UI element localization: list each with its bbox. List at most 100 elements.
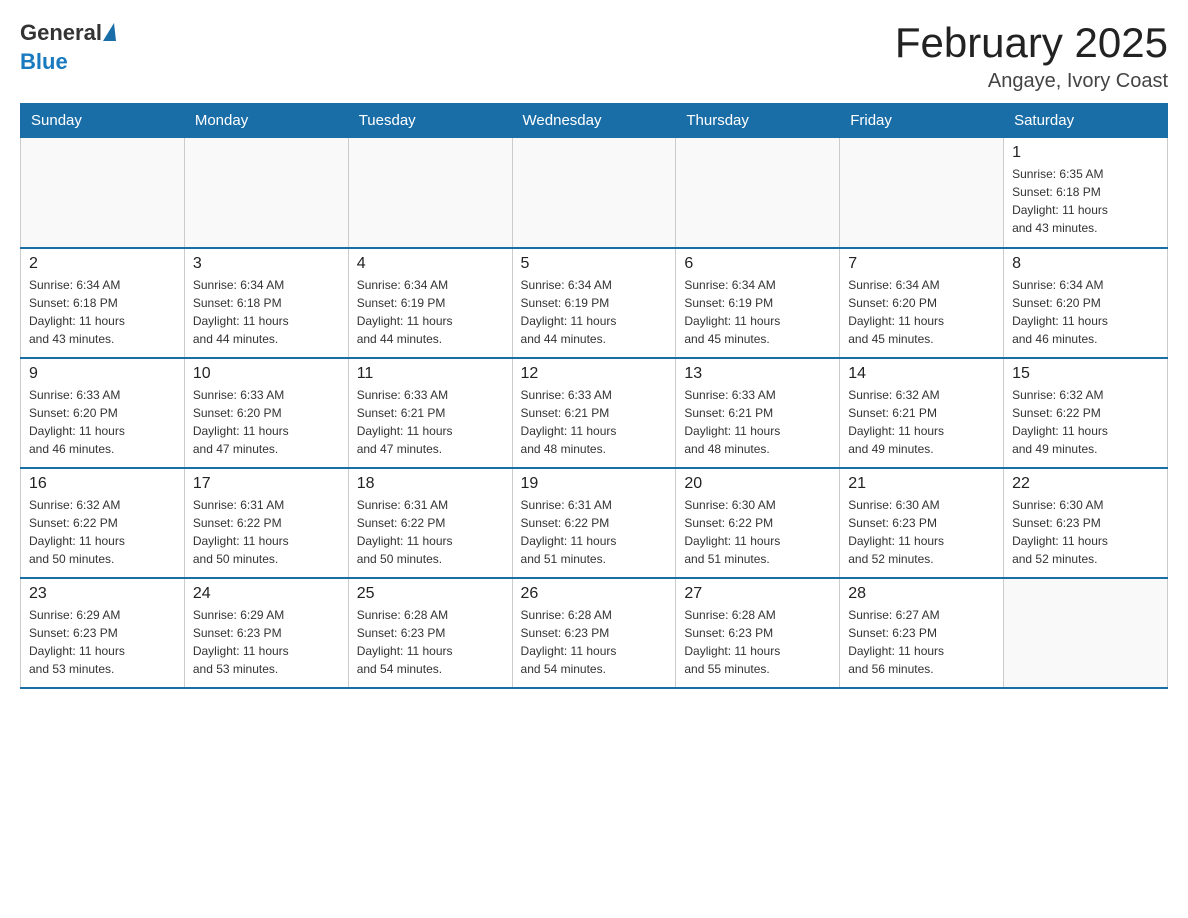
day-number: 13	[684, 365, 831, 383]
calendar-cell: 8 Sunrise: 6:34 AMSunset: 6:20 PMDaylight…	[1004, 248, 1168, 358]
day-number: 24	[193, 585, 340, 603]
day-info: Sunrise: 6:33 AMSunset: 6:20 PMDaylight:…	[193, 386, 340, 458]
location: Angaye, Ivory Coast	[895, 70, 1168, 93]
weekday-header-row: SundayMondayTuesdayWednesdayThursdayFrid…	[21, 104, 1168, 138]
calendar-cell: 16 Sunrise: 6:32 AMSunset: 6:22 PMDayligh…	[21, 468, 185, 578]
month-title: February 2025	[895, 20, 1168, 66]
calendar-cell: 28 Sunrise: 6:27 AMSunset: 6:23 PMDayligh…	[840, 578, 1004, 688]
weekday-header-monday: Monday	[184, 104, 348, 138]
day-number: 11	[357, 365, 504, 383]
day-info: Sunrise: 6:33 AMSunset: 6:21 PMDaylight:…	[521, 386, 668, 458]
calendar-cell: 26Sunrise: 6:28 AMSunset: 6:23 PMDayligh…	[512, 578, 676, 688]
day-number: 25	[357, 585, 504, 603]
logo-general-text: General	[20, 20, 102, 45]
calendar-cell: 22Sunrise: 6:30 AMSunset: 6:23 PMDayligh…	[1004, 468, 1168, 578]
logo-blue-text: Blue	[20, 49, 68, 74]
logo: General Blue	[20, 20, 116, 75]
calendar-body: 1 Sunrise: 6:35 AMSunset: 6:18 PMDaylight…	[21, 138, 1168, 688]
calendar-cell: 2 Sunrise: 6:34 AMSunset: 6:18 PMDaylight…	[21, 248, 185, 358]
calendar-header: SundayMondayTuesdayWednesdayThursdayFrid…	[21, 104, 1168, 138]
weekday-header-tuesday: Tuesday	[348, 104, 512, 138]
day-info: Sunrise: 6:34 AMSunset: 6:18 PMDaylight:…	[193, 276, 340, 348]
calendar-cell: 4 Sunrise: 6:34 AMSunset: 6:19 PMDaylight…	[348, 248, 512, 358]
day-info: Sunrise: 6:35 AMSunset: 6:18 PMDaylight:…	[1012, 165, 1159, 237]
day-info: Sunrise: 6:29 AMSunset: 6:23 PMDaylight:…	[29, 606, 176, 678]
calendar-cell: 7Sunrise: 6:34 AMSunset: 6:20 PMDaylight…	[840, 248, 1004, 358]
calendar-cell: 18 Sunrise: 6:31 AMSunset: 6:22 PMDayligh…	[348, 468, 512, 578]
day-info: Sunrise: 6:30 AMSunset: 6:22 PMDaylight:…	[684, 496, 831, 568]
weekday-header-sunday: Sunday	[21, 104, 185, 138]
calendar-cell: 14 Sunrise: 6:32 AMSunset: 6:21 PMDayligh…	[840, 358, 1004, 468]
calendar-cell: 27Sunrise: 6:28 AMSunset: 6:23 PMDayligh…	[676, 578, 840, 688]
day-number: 18	[357, 475, 504, 493]
calendar-cell: 6Sunrise: 6:34 AMSunset: 6:19 PMDaylight…	[676, 248, 840, 358]
weekday-header-friday: Friday	[840, 104, 1004, 138]
calendar-cell: 19 Sunrise: 6:31 AMSunset: 6:22 PMDayligh…	[512, 468, 676, 578]
day-info: Sunrise: 6:30 AMSunset: 6:23 PMDaylight:…	[848, 496, 995, 568]
day-info: Sunrise: 6:28 AMSunset: 6:23 PMDaylight:…	[684, 606, 831, 678]
day-number: 21	[848, 475, 995, 493]
calendar-cell: 9 Sunrise: 6:33 AMSunset: 6:20 PMDaylight…	[21, 358, 185, 468]
calendar-cell	[676, 138, 840, 248]
day-info: Sunrise: 6:32 AMSunset: 6:22 PMDaylight:…	[1012, 386, 1159, 458]
week-row-1: 1 Sunrise: 6:35 AMSunset: 6:18 PMDaylight…	[21, 138, 1168, 248]
calendar-cell	[21, 138, 185, 248]
day-number: 17	[193, 475, 340, 493]
day-info: Sunrise: 6:34 AMSunset: 6:20 PMDaylight:…	[1012, 276, 1159, 348]
day-info: Sunrise: 6:31 AMSunset: 6:22 PMDaylight:…	[521, 496, 668, 568]
day-number: 16	[29, 475, 176, 493]
day-info: Sunrise: 6:34 AMSunset: 6:19 PMDaylight:…	[521, 276, 668, 348]
day-number: 28	[848, 585, 995, 603]
week-row-4: 16 Sunrise: 6:32 AMSunset: 6:22 PMDayligh…	[21, 468, 1168, 578]
day-number: 23	[29, 585, 176, 603]
weekday-header-thursday: Thursday	[676, 104, 840, 138]
week-row-3: 9 Sunrise: 6:33 AMSunset: 6:20 PMDaylight…	[21, 358, 1168, 468]
weekday-header-saturday: Saturday	[1004, 104, 1168, 138]
day-number: 19	[521, 475, 668, 493]
week-row-5: 23 Sunrise: 6:29 AMSunset: 6:23 PMDayligh…	[21, 578, 1168, 688]
calendar-cell: 12Sunrise: 6:33 AMSunset: 6:21 PMDayligh…	[512, 358, 676, 468]
day-number: 2	[29, 255, 176, 273]
day-number: 8	[1012, 255, 1159, 273]
day-info: Sunrise: 6:32 AMSunset: 6:22 PMDaylight:…	[29, 496, 176, 568]
day-info: Sunrise: 6:31 AMSunset: 6:22 PMDaylight:…	[357, 496, 504, 568]
day-info: Sunrise: 6:34 AMSunset: 6:19 PMDaylight:…	[684, 276, 831, 348]
day-number: 9	[29, 365, 176, 383]
calendar-cell: 1 Sunrise: 6:35 AMSunset: 6:18 PMDaylight…	[1004, 138, 1168, 248]
calendar-cell: 10Sunrise: 6:33 AMSunset: 6:20 PMDayligh…	[184, 358, 348, 468]
day-number: 22	[1012, 475, 1159, 493]
calendar-cell: 21 Sunrise: 6:30 AMSunset: 6:23 PMDayligh…	[840, 468, 1004, 578]
calendar-cell: 20 Sunrise: 6:30 AMSunset: 6:22 PMDayligh…	[676, 468, 840, 578]
day-number: 1	[1012, 144, 1159, 162]
calendar-cell: 17 Sunrise: 6:31 AMSunset: 6:22 PMDayligh…	[184, 468, 348, 578]
title-section: February 2025 Angaye, Ivory Coast	[895, 20, 1168, 93]
day-info: Sunrise: 6:33 AMSunset: 6:21 PMDaylight:…	[357, 386, 504, 458]
day-number: 14	[848, 365, 995, 383]
weekday-header-wednesday: Wednesday	[512, 104, 676, 138]
day-info: Sunrise: 6:29 AMSunset: 6:23 PMDaylight:…	[193, 606, 340, 678]
day-number: 7	[848, 255, 995, 273]
week-row-2: 2 Sunrise: 6:34 AMSunset: 6:18 PMDaylight…	[21, 248, 1168, 358]
calendar-cell	[348, 138, 512, 248]
day-info: Sunrise: 6:32 AMSunset: 6:21 PMDaylight:…	[848, 386, 995, 458]
calendar-cell	[184, 138, 348, 248]
calendar-cell: 5 Sunrise: 6:34 AMSunset: 6:19 PMDaylight…	[512, 248, 676, 358]
calendar-cell: 25Sunrise: 6:28 AMSunset: 6:23 PMDayligh…	[348, 578, 512, 688]
calendar-cell	[1004, 578, 1168, 688]
calendar-cell: 15Sunrise: 6:32 AMSunset: 6:22 PMDayligh…	[1004, 358, 1168, 468]
day-info: Sunrise: 6:34 AMSunset: 6:18 PMDaylight:…	[29, 276, 176, 348]
calendar-cell	[512, 138, 676, 248]
day-number: 5	[521, 255, 668, 273]
calendar-cell: 24 Sunrise: 6:29 AMSunset: 6:23 PMDayligh…	[184, 578, 348, 688]
calendar: SundayMondayTuesdayWednesdayThursdayFrid…	[20, 103, 1168, 689]
day-info: Sunrise: 6:27 AMSunset: 6:23 PMDaylight:…	[848, 606, 995, 678]
day-number: 4	[357, 255, 504, 273]
day-info: Sunrise: 6:33 AMSunset: 6:20 PMDaylight:…	[29, 386, 176, 458]
day-info: Sunrise: 6:31 AMSunset: 6:22 PMDaylight:…	[193, 496, 340, 568]
calendar-cell: 3Sunrise: 6:34 AMSunset: 6:18 PMDaylight…	[184, 248, 348, 358]
day-number: 20	[684, 475, 831, 493]
day-number: 26	[521, 585, 668, 603]
day-info: Sunrise: 6:34 AMSunset: 6:19 PMDaylight:…	[357, 276, 504, 348]
calendar-cell: 11 Sunrise: 6:33 AMSunset: 6:21 PMDayligh…	[348, 358, 512, 468]
page-header: General Blue February 2025 Angaye, Ivory…	[20, 20, 1168, 93]
